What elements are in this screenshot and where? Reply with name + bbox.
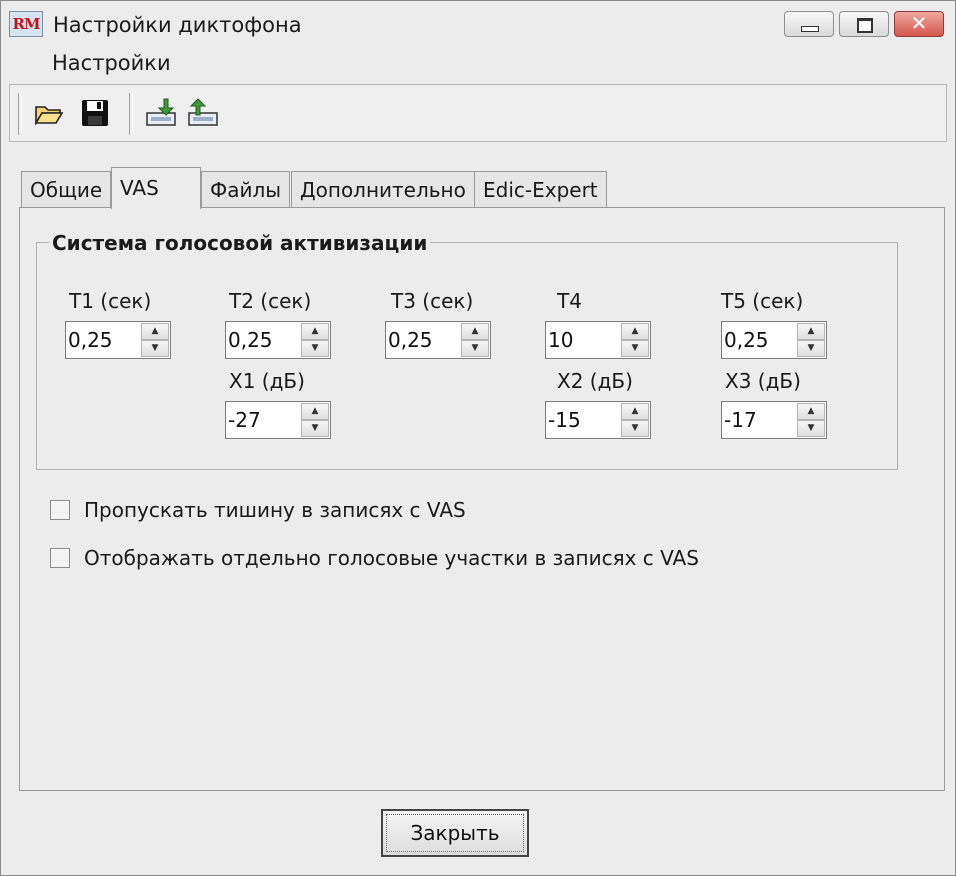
minimize-button[interactable] <box>784 11 834 37</box>
x3-label: X3 (дБ) <box>725 369 801 393</box>
x2-spinner: ▲ ▼ <box>545 401 651 439</box>
t4-label: T4 <box>557 289 582 313</box>
vas-tab-panel: Система голосовой активизации T1 (сек) T… <box>19 207 945 791</box>
title-bar[interactable]: RM Настройки диктофона ✕ <box>1 1 955 47</box>
x1-label: X1 (дБ) <box>229 369 305 393</box>
t3-up-arrow-icon[interactable]: ▲ <box>461 323 489 340</box>
t5-label: T5 (сек) <box>721 289 804 313</box>
t4-up-arrow-icon[interactable]: ▲ <box>621 323 649 340</box>
skip-silence-label[interactable]: Пропускать тишину в записях с VAS <box>84 498 466 522</box>
show-voice-segments-label[interactable]: Отображать отдельно голосовые участки в … <box>84 546 699 570</box>
export-icon <box>188 98 218 126</box>
t3-spinner: ▲ ▼ <box>385 321 491 359</box>
show-voice-segments-checkbox-box[interactable] <box>50 548 70 568</box>
toolbar-grip[interactable] <box>18 93 22 135</box>
x1-spinner: ▲ ▼ <box>225 401 331 439</box>
app-icon: RM <box>9 11 43 37</box>
x3-input[interactable] <box>722 402 796 438</box>
close-icon: ✕ <box>910 11 928 35</box>
tab-files[interactable]: Файлы <box>201 171 291 207</box>
tab-advanced[interactable]: Дополнительно <box>291 171 475 207</box>
x2-down-arrow-icon[interactable]: ▼ <box>621 420 649 437</box>
t5-down-arrow-icon[interactable]: ▼ <box>797 340 825 357</box>
minimize-icon <box>801 26 819 32</box>
t1-down-arrow-icon[interactable]: ▼ <box>141 340 169 357</box>
t2-up-arrow-icon[interactable]: ▲ <box>301 323 329 340</box>
settings-window: RM Настройки диктофона ✕ Настройки Общие… <box>0 0 956 876</box>
toolbar-separator <box>129 93 133 135</box>
toolbar <box>9 84 947 142</box>
x3-down-arrow-icon[interactable]: ▼ <box>797 420 825 437</box>
x1-input[interactable] <box>226 402 300 438</box>
t4-down-arrow-icon[interactable]: ▼ <box>621 340 649 357</box>
import-button[interactable] <box>144 97 178 129</box>
import-icon <box>146 98 176 126</box>
save-disk-icon <box>82 100 108 126</box>
tab-vas[interactable]: VAS <box>111 167 201 209</box>
vas-group-title: Система голосовой активизации <box>49 231 431 255</box>
close-window-button[interactable]: ✕ <box>894 11 944 37</box>
x1-down-arrow-icon[interactable]: ▼ <box>301 420 329 437</box>
open-folder-button[interactable] <box>32 97 66 129</box>
t1-input[interactable] <box>66 322 140 358</box>
t4-spinner: ▲ ▼ <box>545 321 651 359</box>
x3-up-arrow-icon[interactable]: ▲ <box>797 403 825 420</box>
t2-down-arrow-icon[interactable]: ▼ <box>301 340 329 357</box>
menu-bar: Настройки <box>2 47 954 81</box>
t5-input[interactable] <box>722 322 796 358</box>
save-button[interactable] <box>78 97 112 129</box>
x2-input[interactable] <box>546 402 620 438</box>
skip-silence-checkbox-box[interactable] <box>50 500 70 520</box>
vas-groupbox: Система голосовой активизации T1 (сек) T… <box>36 231 898 470</box>
t2-label: T2 (сек) <box>229 289 312 313</box>
maximize-button[interactable] <box>839 11 889 37</box>
tab-general[interactable]: Общие <box>21 171 112 207</box>
x2-label: X2 (дБ) <box>557 369 633 393</box>
export-button[interactable] <box>186 97 220 129</box>
t3-input[interactable] <box>386 322 460 358</box>
t5-up-arrow-icon[interactable]: ▲ <box>797 323 825 340</box>
t1-up-arrow-icon[interactable]: ▲ <box>141 323 169 340</box>
x1-up-arrow-icon[interactable]: ▲ <box>301 403 329 420</box>
maximize-icon <box>857 18 873 33</box>
menu-item-settings[interactable]: Настройки <box>52 51 171 75</box>
tab-edic-expert[interactable]: Edic-Expert <box>474 171 607 207</box>
t3-down-arrow-icon[interactable]: ▼ <box>461 340 489 357</box>
t2-input[interactable] <box>226 322 300 358</box>
t2-spinner: ▲ ▼ <box>225 321 331 359</box>
t1-label: T1 (сек) <box>69 289 152 313</box>
open-folder-icon <box>34 106 64 126</box>
close-button[interactable]: Закрыть <box>381 809 529 857</box>
t3-label: T3 (сек) <box>391 289 474 313</box>
window-title: Настройки диктофона <box>53 13 302 37</box>
x3-spinner: ▲ ▼ <box>721 401 827 439</box>
t5-spinner: ▲ ▼ <box>721 321 827 359</box>
t4-input[interactable] <box>546 322 620 358</box>
t1-spinner: ▲ ▼ <box>65 321 171 359</box>
x2-up-arrow-icon[interactable]: ▲ <box>621 403 649 420</box>
